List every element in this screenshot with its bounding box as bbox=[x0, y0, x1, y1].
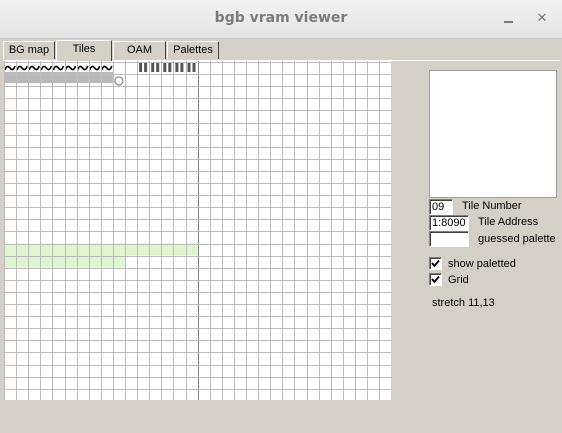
tile-number-label: Tile Number bbox=[462, 200, 522, 212]
tile-preview bbox=[429, 70, 557, 198]
check-icon bbox=[431, 275, 440, 284]
stretch-readout: stretch 11,13 bbox=[432, 297, 495, 309]
logo-tile bbox=[163, 63, 172, 72]
logo-tile bbox=[139, 63, 148, 72]
logo-tile bbox=[151, 63, 160, 72]
tile-number-field[interactable]: 09 bbox=[429, 199, 453, 215]
logo-tile bbox=[114, 76, 124, 86]
tile-grid-canvas[interactable] bbox=[4, 61, 391, 400]
grid-label: Grid bbox=[448, 274, 469, 286]
guessed-palette-label: guessed palette bbox=[478, 233, 556, 245]
minimize-icon[interactable] bbox=[497, 8, 519, 30]
close-icon[interactable]: ✕ bbox=[531, 8, 553, 30]
tab-tiles[interactable]: Tiles bbox=[56, 40, 112, 61]
highlighted-tile-row bbox=[4, 255, 125, 268]
tab-oam[interactable]: OAM bbox=[113, 41, 166, 59]
guessed-palette-field[interactable] bbox=[429, 231, 469, 247]
logo-tile bbox=[175, 63, 184, 72]
tile-grid[interactable] bbox=[4, 61, 391, 400]
title-bar: bgb vram viewer ✕ bbox=[0, 0, 562, 39]
tab-palettes[interactable]: Palettes bbox=[167, 41, 219, 59]
highlighted-tile-row bbox=[4, 243, 198, 256]
logo-tile bbox=[187, 63, 196, 72]
show-paletted-checkbox[interactable] bbox=[429, 257, 442, 270]
tile-address-label: Tile Address bbox=[478, 216, 539, 228]
check-icon bbox=[431, 259, 440, 268]
tile-address-field[interactable]: 1:8090 bbox=[429, 215, 469, 231]
grid-checkbox[interactable] bbox=[429, 273, 442, 286]
show-paletted-label: show paletted bbox=[448, 258, 516, 270]
window-title: bgb vram viewer bbox=[214, 10, 348, 26]
tab-bg-map[interactable]: BG map bbox=[3, 41, 55, 59]
